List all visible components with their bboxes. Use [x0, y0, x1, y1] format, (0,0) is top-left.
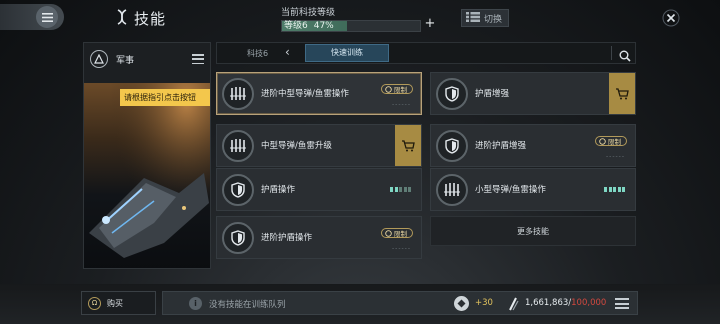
close-icon	[662, 9, 680, 31]
shield-icon	[436, 130, 468, 162]
close-button[interactable]	[662, 9, 680, 27]
training-queue-bar[interactable]: i 没有技能在训练队列 +30 1,661,863/100,000	[162, 291, 638, 315]
skill-card[interactable]: 护盾增强	[430, 72, 636, 115]
skill-name: 进阶护盾增强	[475, 141, 527, 151]
category-label: 军事	[116, 55, 135, 66]
level-segment	[617, 187, 621, 192]
skill-progress-placeholder: ------	[392, 101, 411, 108]
skill-level-indicator	[390, 187, 411, 192]
divider	[611, 46, 612, 60]
skill-card[interactable]: 进阶护盾增强 限制 ------	[430, 124, 636, 167]
level-segment	[608, 187, 612, 192]
tutorial-hint: 请根据指引点击按钮	[120, 89, 210, 106]
menu-icon	[36, 6, 58, 28]
chevron-left-icon[interactable]: ‹	[285, 45, 290, 59]
list-view-icon	[466, 11, 480, 25]
buy-skill-button[interactable]	[609, 73, 635, 114]
skill-name: 小型导弹/鱼雷操作	[475, 185, 546, 195]
skill-level-indicator	[604, 187, 625, 192]
skill-progress-placeholder: ------	[606, 153, 625, 160]
skill-card[interactable]: 进阶护盾操作 限制 ------	[216, 216, 422, 259]
tech-level-text: 等级6 47%	[284, 21, 334, 32]
skill-card[interactable]: 护盾操作	[216, 168, 422, 211]
military-icon	[90, 50, 108, 68]
tech-level-block: 当前科技等级 等级6 47% +	[281, 5, 436, 32]
restricted-label: 限制	[394, 86, 407, 94]
skills-dna-icon	[116, 8, 128, 29]
skill-grid: 进阶中型导弹/鱼雷操作 限制 ------ 护盾增强 中型导弹/鱼雷升级 进阶护…	[216, 72, 636, 272]
isk-cap: 100,000	[571, 298, 607, 308]
skill-name: 进阶护盾操作	[261, 233, 313, 243]
top-bar: 技能 当前科技等级 等级6 47% + 切换	[0, 0, 720, 38]
missile-icon	[436, 174, 468, 206]
category-panel: 军事 请根据指引点击按钮	[83, 42, 211, 269]
bottom-bar: Ω 购买 i 没有技能在训练队列 +30 1,661,863/100,000	[0, 284, 720, 324]
shield-icon	[222, 222, 254, 254]
level-segment	[408, 187, 411, 192]
buy-skill-button[interactable]	[395, 125, 421, 166]
buy-button[interactable]: Ω 购买	[81, 291, 156, 315]
skill-card[interactable]: 小型导弹/鱼雷操作	[430, 168, 636, 211]
lock-icon	[599, 137, 606, 145]
level-segment	[613, 187, 616, 192]
level-segment	[394, 187, 398, 192]
tech-level-label: 当前科技等级	[281, 8, 336, 18]
switch-view-button[interactable]: 切换	[461, 9, 509, 27]
level-segment	[622, 187, 625, 192]
skill-name: 中型导弹/鱼雷升级	[261, 141, 332, 151]
info-icon[interactable]: i	[189, 297, 202, 310]
category-menu-icon[interactable]	[192, 54, 204, 64]
shield-icon	[436, 78, 468, 110]
shield-icon	[222, 174, 254, 206]
level-segment	[403, 187, 407, 192]
skill-name: 护盾增强	[475, 89, 510, 99]
restricted-badge: 限制	[381, 228, 413, 238]
tech-level-percent: 47%	[313, 21, 334, 31]
isk-current: 1,661,863	[525, 298, 569, 308]
queue-menu-icon[interactable]	[615, 298, 629, 309]
main-menu-button[interactable]	[0, 4, 64, 30]
skill-card[interactable]: 进阶中型导弹/鱼雷操作 限制 ------	[216, 72, 422, 115]
missile-icon	[222, 78, 254, 110]
switch-label: 切换	[484, 14, 503, 25]
more-skills-button[interactable]: 更多技能	[430, 216, 636, 246]
tab-quick-train[interactable]: 快速训练	[305, 44, 389, 62]
level-segment	[390, 187, 393, 192]
spaceship-illustration	[84, 83, 210, 268]
lock-icon	[385, 85, 392, 93]
buy-label: 购买	[107, 298, 123, 308]
page-title-group: 技能	[116, 8, 166, 29]
training-queue-status: 没有技能在训练队列	[209, 300, 286, 310]
skill-points-icon	[454, 296, 469, 311]
tech-level-value: 等级6	[284, 21, 308, 31]
skill-progress-placeholder: ------	[392, 245, 411, 252]
restricted-badge: 限制	[595, 136, 627, 146]
tech-level-progress-bar: 等级6 47%	[281, 20, 421, 32]
skill-filter-bar: 科技6 ‹ 快速训练	[216, 42, 636, 64]
skill-points-value: +30	[475, 298, 493, 308]
restricted-label: 限制	[394, 230, 407, 238]
restricted-badge: 限制	[381, 84, 413, 94]
category-header: 军事	[84, 43, 210, 75]
level-segment	[604, 187, 607, 192]
missile-icon	[222, 130, 254, 162]
restricted-label: 限制	[608, 138, 621, 146]
cart-icon	[402, 139, 415, 151]
skill-name: 进阶中型导弹/鱼雷操作	[261, 89, 349, 99]
breadcrumb: 科技6	[247, 49, 269, 58]
search-icon[interactable]	[619, 47, 631, 62]
ship-artwork	[84, 83, 210, 268]
omega-icon: Ω	[88, 296, 101, 310]
cart-icon	[616, 87, 629, 99]
isk-balance: 1,661,863/100,000	[525, 298, 606, 308]
add-tech-level-button[interactable]: +	[424, 17, 436, 30]
skill-card[interactable]: 中型导弹/鱼雷升级	[216, 124, 422, 167]
lock-icon	[385, 229, 392, 237]
page-title: 技能	[134, 10, 167, 28]
skill-name: 护盾操作	[261, 185, 296, 195]
level-segment	[399, 187, 402, 192]
isk-icon	[507, 296, 519, 312]
